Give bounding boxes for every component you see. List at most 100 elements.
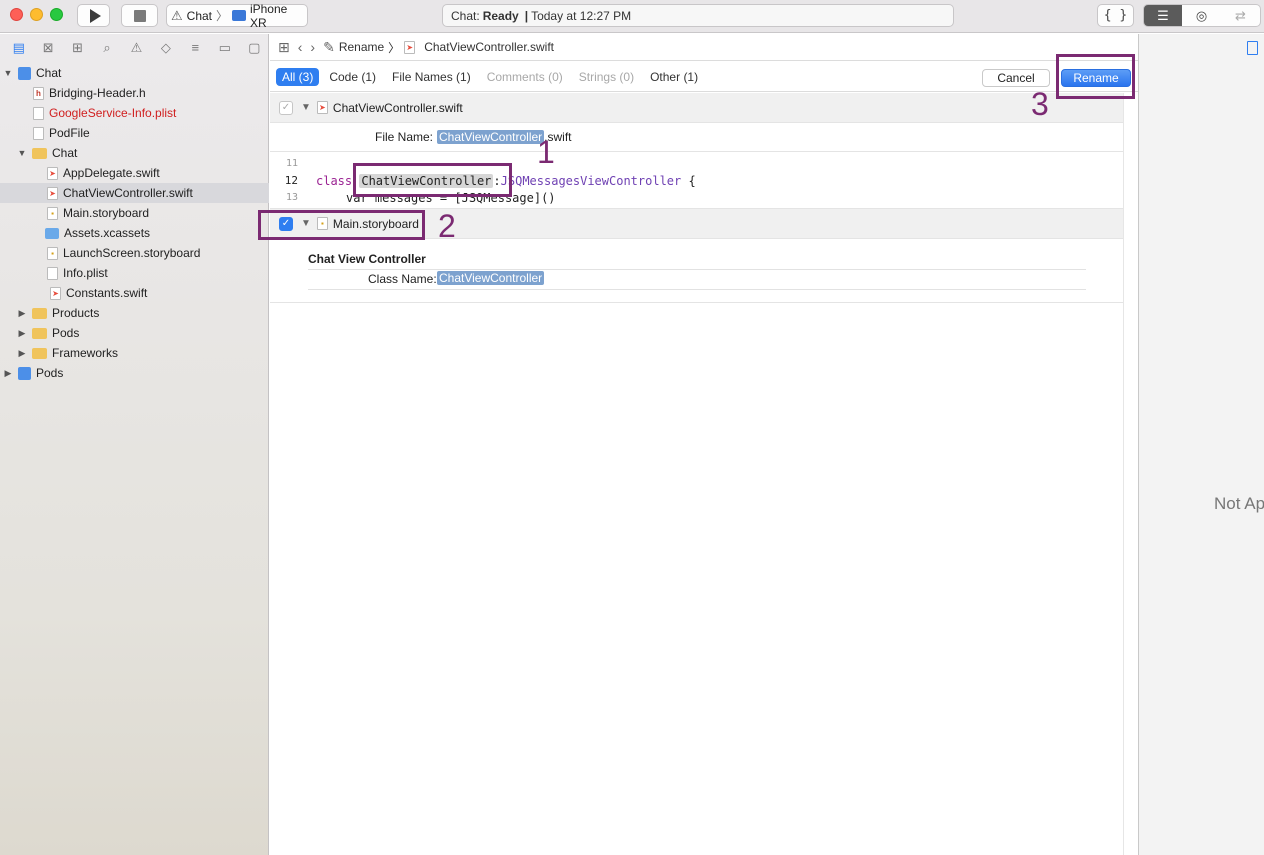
assistant-editor-button[interactable]: ◎ (1182, 4, 1222, 27)
tree-item-label: Products (52, 306, 100, 320)
tab-file-names[interactable]: File Names (1) (386, 68, 477, 86)
line-number: 12 (284, 174, 298, 187)
braces-icon: { } (1103, 8, 1128, 23)
class-name-highlight[interactable]: ChatViewController (437, 271, 545, 285)
lines-icon: ☰ (1157, 7, 1169, 23)
tree-item-file[interactable]: ➤ AppDelegate.swift (0, 163, 269, 183)
activity-separator: | (524, 8, 529, 23)
inspector-pane: Not Applicable (1138, 34, 1264, 855)
line-number: 11 (285, 158, 298, 169)
tree-item-file[interactable]: GoogleService-Info.plist (0, 103, 269, 123)
close-window-button[interactable] (10, 8, 23, 21)
tree-item-label: Info.plist (63, 266, 108, 280)
tree-item-file-selected[interactable]: ➤ ChatViewController.swift (0, 183, 269, 203)
swift-file-icon: ➤ (404, 40, 416, 54)
disclosure-closed-icon[interactable]: ▶ (17, 328, 27, 339)
folder-icon (32, 347, 47, 359)
related-items-icon[interactable]: ⊞ (278, 39, 290, 56)
tree-item-label: Pods (52, 326, 80, 340)
annotation-number-3: 3 (1031, 86, 1049, 122)
tab-code[interactable]: Code (1) (323, 68, 382, 86)
tree-item-label: Chat (52, 146, 78, 160)
tree-item-label: Bridging-Header.h (49, 86, 146, 100)
tree-item-group[interactable]: ▶ Frameworks (0, 343, 269, 363)
project-navigator: ▤ ⊠ ⊞ ⌕ ⚠ ◇ ≡ ▭ ▢ ▼ Chat h Bridging-Head… (0, 34, 269, 855)
zoom-window-button[interactable] (50, 8, 63, 21)
divider (308, 269, 1086, 270)
source-control-icon[interactable]: ⊠ (33, 40, 62, 56)
tree-item-project[interactable]: ▼ Chat (0, 63, 269, 83)
scene-title: Chat View Controller (308, 252, 426, 266)
run-button[interactable] (77, 4, 110, 27)
include-file-checkbox[interactable]: ✓ (279, 100, 293, 115)
back-arrow-icon[interactable]: ‹ (298, 39, 303, 55)
tree-item-file[interactable]: Assets.xcassets (0, 223, 269, 243)
breadcrumb-file[interactable]: ChatViewController.swift (424, 40, 554, 54)
divider (1123, 93, 1124, 855)
forward-arrow-icon[interactable]: › (310, 39, 315, 55)
hierarchy-icon[interactable]: ⊞ (63, 40, 92, 56)
breadcrumb-rename[interactable]: Rename (339, 40, 384, 54)
disclosure-open-icon[interactable]: ▼ (3, 68, 13, 78)
tab-comments[interactable]: Comments (0) (481, 68, 569, 86)
header-file-icon: h (33, 86, 44, 100)
breakpoint-icon[interactable]: ▭ (210, 40, 239, 56)
tree-item-file[interactable]: ▪ LaunchScreen.storyboard (0, 243, 269, 263)
scheme-separator-icon: 〉 (216, 9, 229, 23)
warning-icon[interactable]: ⚠ (122, 40, 151, 56)
file-name-label: File Name: (374, 130, 433, 144)
tree-item-label: ChatViewController.swift (63, 186, 193, 200)
line-number: 13 (285, 192, 298, 203)
scheme-app-label: Chat (186, 8, 213, 23)
annotation-number-1: 1 (537, 134, 555, 170)
tree-item-file[interactable]: ▪ Main.storyboard (0, 203, 269, 223)
folder-icon[interactable]: ▤ (4, 40, 33, 56)
version-editor-button[interactable]: ⇄ (1221, 4, 1261, 27)
tree-item-project[interactable]: ▶ Pods (0, 363, 269, 383)
annotation-box-2 (258, 210, 425, 240)
search-icon[interactable]: ⌕ (92, 40, 121, 56)
file-tree: ▼ Chat h Bridging-Header.h GoogleService… (0, 63, 269, 383)
standard-editor-button[interactable]: ☰ (1143, 4, 1183, 27)
cancel-button[interactable]: Cancel (982, 69, 1050, 87)
tree-item-label: LaunchScreen.storyboard (63, 246, 201, 260)
tree-item-file[interactable]: h Bridging-Header.h (0, 83, 269, 103)
divider (308, 289, 1086, 290)
tree-item-file[interactable]: Info.plist (0, 263, 269, 283)
class-name-label: Class Name: (368, 272, 437, 286)
swift-file-icon: ➤ (47, 166, 58, 180)
breadcrumb: ✎ Rename 〉 ➤ ChatViewController.swift (323, 39, 554, 56)
scheme-selector[interactable]: ⚠ Chat 〉 iPhone XR (166, 2, 308, 30)
stop-button[interactable] (121, 4, 158, 27)
tree-item-label: Chat (36, 66, 62, 80)
swift-file-icon: ➤ (316, 101, 328, 114)
tree-item-group[interactable]: ▶ Products (0, 303, 269, 323)
disclosure-closed-icon[interactable]: ▶ (3, 368, 13, 379)
tab-other[interactable]: Other (1) (644, 68, 704, 86)
tab-strings[interactable]: Strings (0) (573, 68, 640, 86)
file-name-row: File Name: ChatViewController .swift (270, 123, 1123, 152)
disclosure-open-icon[interactable]: ▼ (17, 148, 27, 158)
tree-item-label: Constants.swift (66, 286, 148, 300)
library-button[interactable]: { } (1097, 4, 1134, 27)
annotation-number-2: 2 (438, 208, 456, 244)
storyboard-file-icon: ▪ (47, 206, 58, 220)
tree-item-group[interactable]: ▼ Chat (0, 143, 269, 163)
tree-item-group[interactable]: ▶ Pods (0, 323, 269, 343)
navigator-selector-bar: ▤ ⊠ ⊞ ⌕ ⚠ ◇ ≡ ▭ ▢ (0, 34, 269, 61)
text-file-icon (33, 126, 44, 140)
tab-all[interactable]: All (3) (276, 67, 320, 86)
diamond-icon[interactable]: ◇ (151, 40, 180, 56)
file-name-highlight[interactable]: ChatViewController (437, 130, 545, 144)
report-icon[interactable]: ▢ (240, 40, 269, 56)
file-inspector-icon[interactable] (1247, 41, 1258, 55)
minimize-window-button[interactable] (30, 8, 43, 21)
tree-item-file[interactable]: ➤ Constants.swift (0, 283, 269, 303)
disclosure-open-icon[interactable]: ▼ (301, 102, 311, 113)
storyboard-result: Chat View Controller Class Name: ChatVie… (270, 239, 1123, 303)
disclosure-closed-icon[interactable]: ▶ (17, 348, 27, 359)
debug-icon[interactable]: ≡ (181, 40, 210, 55)
tree-item-file[interactable]: PodFile (0, 123, 269, 143)
arrows-icon: ⇄ (1235, 7, 1246, 23)
disclosure-closed-icon[interactable]: ▶ (17, 308, 27, 319)
